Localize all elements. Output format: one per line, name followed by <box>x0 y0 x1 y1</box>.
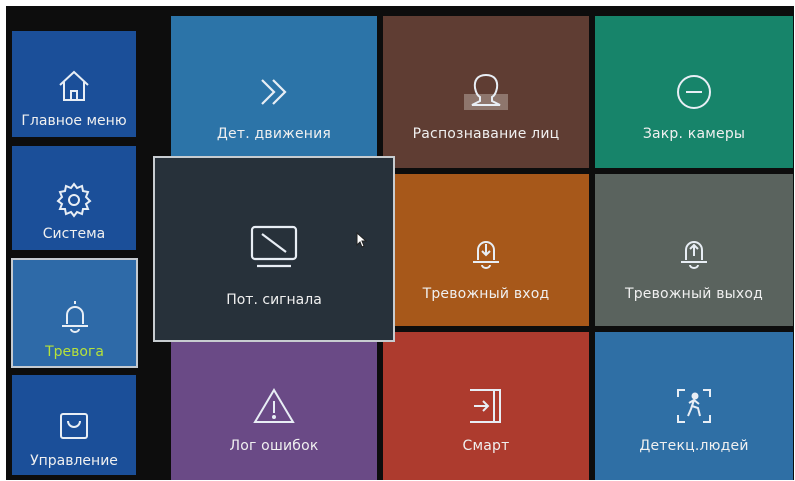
tile-error-log[interactable]: Лог ошибок <box>171 332 377 480</box>
tile-label: Тревожный выход <box>624 286 764 302</box>
tile-alarm-input[interactable]: Тревожный вход <box>383 174 589 326</box>
tile-label: Смарт <box>462 438 510 454</box>
home-icon <box>55 67 93 105</box>
mouse-cursor-icon <box>356 232 368 248</box>
face-icon <box>462 72 510 112</box>
tile-human-detection[interactable]: Детекц.людей <box>595 332 793 480</box>
person-detect-icon <box>675 386 713 426</box>
tile-motion-detection[interactable]: Дет. движения <box>171 16 377 168</box>
sidebar-item-management[interactable]: Управление <box>12 375 136 475</box>
sidebar-item-alarm[interactable]: Тревога <box>11 258 138 368</box>
bell-up-icon <box>675 232 713 272</box>
tile-label: Пот. сигнала <box>226 292 322 308</box>
bell-down-icon <box>467 232 505 272</box>
tile-label: Распознавание лиц <box>412 126 560 142</box>
double-chevron-right-icon <box>256 72 292 112</box>
bag-icon <box>55 407 93 445</box>
login-icon <box>466 386 506 426</box>
warning-icon <box>252 386 296 426</box>
tile-label: Детекц.людей <box>639 438 749 454</box>
sidebar-item-label: Тревога <box>45 344 104 360</box>
minus-circle-icon <box>675 72 713 112</box>
tile-face-recognition[interactable]: Распознавание лиц <box>383 16 589 168</box>
tile-label: Закр. камеры <box>642 126 746 142</box>
tile-label: Тревожный вход <box>422 286 550 302</box>
sidebar-item-main-menu[interactable]: Главное меню <box>12 31 136 137</box>
sidebar-item-label: Система <box>42 226 106 242</box>
tile-video-loss[interactable]: Пот. сигнала <box>153 156 395 342</box>
tile-alarm-output[interactable]: Тревожный выход <box>595 174 793 326</box>
tile-label: Лог ошибок <box>229 438 319 454</box>
sidebar-item-system[interactable]: Система <box>12 146 136 250</box>
sidebar-item-label: Управление <box>30 453 118 469</box>
video-loss-icon <box>249 224 299 270</box>
gear-icon <box>55 180 93 218</box>
tile-smart[interactable]: Смарт <box>383 332 589 480</box>
sidebar-item-label: Главное меню <box>21 113 127 129</box>
tile-camera-tamper[interactable]: Закр. камеры <box>595 16 793 168</box>
tile-label: Дет. движения <box>216 126 332 142</box>
bell-icon <box>55 296 95 336</box>
